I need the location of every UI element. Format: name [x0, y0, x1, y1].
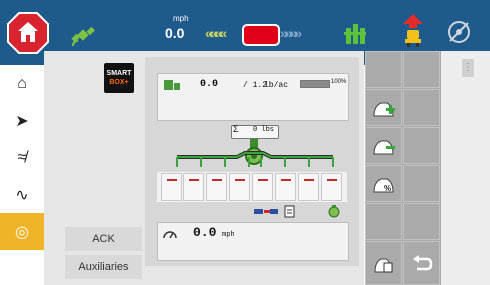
section-4[interactable]: [229, 173, 250, 201]
home-nav-icon: ⌂: [17, 74, 27, 92]
run-nav-icon: ➤: [15, 112, 29, 130]
right-strip: [441, 51, 490, 285]
gps-satellite-icon: [71, 26, 95, 47]
softkey-empty-4[interactable]: [403, 127, 440, 164]
report-button[interactable]: [365, 241, 402, 285]
steer-left-indicator: ««««: [205, 25, 227, 41]
section-3[interactable]: [206, 173, 227, 201]
operator-seat-icon[interactable]: [401, 13, 425, 47]
svg-text:%: %: [384, 184, 391, 193]
bag-minus-icon: [372, 140, 395, 154]
bag-document-icon: [373, 258, 392, 273]
nav-home-item[interactable]: ⌂: [0, 65, 44, 102]
tank-level-bar: [300, 80, 330, 88]
ack-button[interactable]: ACK: [65, 227, 142, 251]
speed-unit: mph: [173, 14, 189, 23]
side-navigation: ⌂ ➤ ≉ ∿ ◎: [0, 65, 44, 285]
rate-increase-button[interactable]: [365, 89, 402, 126]
softkey-empty-1[interactable]: [365, 51, 402, 88]
softkey-empty-3[interactable]: [403, 89, 440, 126]
rate-unit: lb/ac: [264, 81, 289, 90]
section-2[interactable]: [183, 173, 204, 201]
smartbox-logo: SMART BOX+: [104, 63, 134, 93]
nav-settings-item[interactable]: ◎: [0, 213, 44, 250]
settings-nav-icon: ◎: [15, 223, 29, 241]
master-section-icon: [254, 209, 278, 214]
auxiliaries-button[interactable]: Auxiliaries: [65, 255, 142, 279]
speedometer-icon: [163, 231, 177, 239]
bag-percent-icon: %: [372, 178, 394, 193]
more-options-icon[interactable]: ⋮: [462, 59, 474, 77]
softkey-empty-7[interactable]: [403, 203, 440, 240]
section-1[interactable]: [161, 173, 182, 201]
signal-nav-icon: ∿: [15, 186, 29, 204]
section-5[interactable]: [252, 173, 273, 201]
boom-icon[interactable]: [344, 22, 366, 46]
speed-readout: 0.0: [165, 25, 185, 41]
steering-wheel-disabled-icon[interactable]: [446, 19, 472, 45]
nav-signal-item[interactable]: ∿: [0, 176, 44, 213]
ground-speed-value: 0.0: [193, 225, 217, 240]
smartbox-line2: BOX+: [109, 79, 129, 86]
document-icon: [284, 205, 295, 218]
total-applied-value: 0 lbs: [253, 126, 275, 134]
softkey-empty-2[interactable]: [403, 51, 440, 88]
rate-decrease-button[interactable]: [365, 127, 402, 164]
rate-reset-percent-button[interactable]: %: [365, 165, 402, 202]
section-8[interactable]: [321, 173, 342, 201]
product-bin-icon: [164, 80, 180, 90]
rate-actual-value: 0.0: [200, 79, 219, 90]
tank-level-fill: [301, 81, 329, 87]
boom-diagram: [176, 139, 334, 167]
spinner-status-icon: [328, 205, 340, 218]
back-button[interactable]: [403, 241, 440, 285]
steer-right-indicator: »»»»: [280, 25, 302, 41]
ground-speed-box: [157, 222, 349, 261]
section-7[interactable]: [298, 173, 319, 201]
nav-field-item[interactable]: ≉: [0, 139, 44, 176]
field-nav-icon: ≉: [17, 148, 27, 166]
ground-speed-unit: mph: [222, 231, 235, 239]
softkey-empty-6[interactable]: [365, 203, 402, 240]
bag-plus-icon: [372, 102, 395, 116]
tank-level-percent: 100%: [331, 79, 347, 85]
smartbox-line1: SMART: [106, 70, 132, 77]
softkey-empty-5[interactable]: [403, 165, 440, 202]
sigma-symbol: Σ: [233, 124, 239, 134]
back-arrow-icon: [412, 255, 432, 271]
steering-status-indicator: [242, 24, 280, 46]
section-6[interactable]: [275, 173, 296, 201]
home-icon[interactable]: [6, 11, 50, 55]
nav-run-item[interactable]: ➤: [0, 102, 44, 139]
